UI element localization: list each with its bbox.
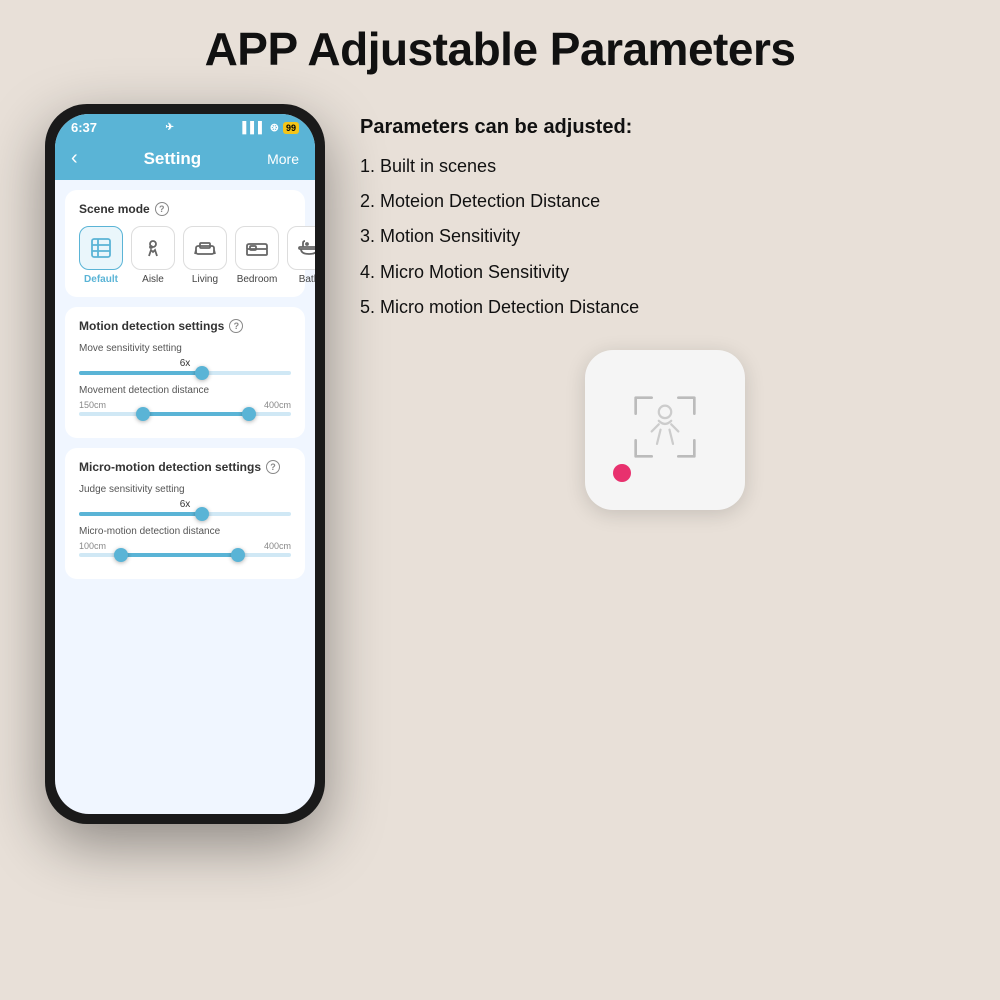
- micro-distance-section: Micro-motion detection distance 100cm 40…: [79, 526, 291, 557]
- location-icon: ✈: [166, 122, 174, 133]
- phone-device: 6:37 ✈ ▌▌▌ ⊛ 99 ‹ Setting More: [45, 104, 325, 824]
- move-sensitivity-thumb[interactable]: [195, 366, 209, 380]
- motion-detection-card: Motion detection settings ? Move sensiti…: [65, 307, 305, 438]
- nav-more-button[interactable]: More: [267, 151, 299, 167]
- micro-distance-max: 400cm: [264, 541, 291, 551]
- micro-distance-label: Micro-motion detection distance: [79, 526, 291, 537]
- status-icons: ▌▌▌ ⊛ 99: [242, 121, 299, 134]
- judge-sensitivity-thumb[interactable]: [195, 507, 209, 521]
- micro-distance-fill: [121, 553, 238, 557]
- movement-distance-fill: [143, 412, 249, 416]
- movement-distance-label: Movement detection distance: [79, 385, 291, 396]
- params-list: 1. Built in scenes 2. Moteion Detection …: [360, 154, 970, 320]
- movement-distance-section: Movement detection distance 150cm 400cm: [79, 385, 291, 416]
- judge-sensitivity-value: 6x: [79, 499, 291, 510]
- scene-icons-row: Default Aisle: [79, 226, 291, 285]
- move-sensitivity-track[interactable]: [79, 371, 291, 375]
- scene-bedroom-icon: [235, 226, 279, 270]
- scene-bedroom-label: Bedroom: [237, 274, 278, 285]
- movement-distance-range: 150cm 400cm: [79, 400, 291, 410]
- movement-distance-track[interactable]: [79, 412, 291, 416]
- judge-sensitivity-section: Judge sensitivity setting 6x: [79, 484, 291, 516]
- battery-label: 99: [283, 122, 299, 134]
- scene-mode-title: Scene mode ?: [79, 202, 291, 216]
- wifi-icon: ⊛: [270, 121, 279, 134]
- screen-body: Scene mode ?: [55, 180, 315, 599]
- micro-motion-help-icon[interactable]: ?: [266, 460, 280, 474]
- scene-default[interactable]: Default: [79, 226, 123, 285]
- movement-distance-max: 400cm: [264, 400, 291, 410]
- micro-motion-title: Micro-motion detection settings ?: [79, 460, 291, 474]
- movement-distance-thumb1[interactable]: [136, 407, 150, 421]
- page-title: APP Adjustable Parameters: [0, 0, 1000, 94]
- right-panel: Parameters can be adjusted: 1. Built in …: [360, 94, 970, 510]
- signal-icon: ▌▌▌: [242, 122, 265, 134]
- device-indicator-dot: [613, 464, 631, 482]
- nav-title: Setting: [144, 149, 202, 169]
- micro-distance-min: 100cm: [79, 541, 106, 551]
- status-bar: 6:37 ✈ ▌▌▌ ⊛ 99: [55, 114, 315, 139]
- motion-help-icon[interactable]: ?: [229, 319, 243, 333]
- judge-sensitivity-track[interactable]: [79, 512, 291, 516]
- scene-mode-help-icon[interactable]: ?: [155, 202, 169, 216]
- scene-default-label: Default: [84, 274, 118, 285]
- scene-living-label: Living: [192, 274, 218, 285]
- micro-motion-card: Micro-motion detection settings ? Judge …: [65, 448, 305, 579]
- scene-aisle[interactable]: Aisle: [131, 226, 175, 285]
- scene-mode-card: Scene mode ?: [65, 190, 305, 297]
- judge-sensitivity-fill: [79, 512, 202, 516]
- scene-bath-label: Bath: [299, 274, 315, 285]
- device-box: [360, 350, 970, 510]
- scene-bath-icon: [287, 226, 315, 270]
- move-sensitivity-label: Move sensitivity setting: [79, 343, 291, 354]
- param-1: 1. Built in scenes: [360, 154, 970, 179]
- phone-screen: 6:37 ✈ ▌▌▌ ⊛ 99 ‹ Setting More: [55, 114, 315, 814]
- status-time: 6:37: [71, 120, 97, 135]
- scene-aisle-icon: [131, 226, 175, 270]
- phone-wrapper: 6:37 ✈ ▌▌▌ ⊛ 99 ‹ Setting More: [30, 104, 340, 824]
- params-intro: Parameters can be adjusted:: [360, 114, 970, 140]
- movement-distance-min: 150cm: [79, 400, 106, 410]
- scene-living[interactable]: Living: [183, 226, 227, 285]
- scene-bedroom[interactable]: Bedroom: [235, 226, 279, 285]
- micro-distance-range: 100cm 400cm: [79, 541, 291, 551]
- judge-sensitivity-label: Judge sensitivity setting: [79, 484, 291, 495]
- motion-detection-title: Motion detection settings ?: [79, 319, 291, 333]
- nav-back-button[interactable]: ‹: [71, 147, 78, 170]
- scene-living-icon: [183, 226, 227, 270]
- nav-bar: ‹ Setting More: [55, 139, 315, 180]
- move-sensitivity-value: 6x: [79, 358, 291, 369]
- move-sensitivity-fill: [79, 371, 202, 375]
- motion-figure-icon: [625, 387, 705, 472]
- scene-bath[interactable]: Bath: [287, 226, 315, 285]
- scene-aisle-label: Aisle: [142, 274, 164, 285]
- micro-distance-thumb1[interactable]: [114, 548, 128, 562]
- micro-distance-track[interactable]: [79, 553, 291, 557]
- param-5: 5. Micro motion Detection Distance: [360, 295, 970, 320]
- movement-distance-thumb2[interactable]: [242, 407, 256, 421]
- param-4: 4. Micro Motion Sensitivity: [360, 260, 970, 285]
- move-sensitivity-section: Move sensitivity setting 6x: [79, 343, 291, 375]
- scene-default-icon: [79, 226, 123, 270]
- param-3: 3. Motion Sensitivity: [360, 224, 970, 249]
- micro-distance-thumb2[interactable]: [231, 548, 245, 562]
- motion-sensor-device: [585, 350, 745, 510]
- param-2: 2. Moteion Detection Distance: [360, 189, 970, 214]
- content-area: 6:37 ✈ ▌▌▌ ⊛ 99 ‹ Setting More: [0, 94, 1000, 824]
